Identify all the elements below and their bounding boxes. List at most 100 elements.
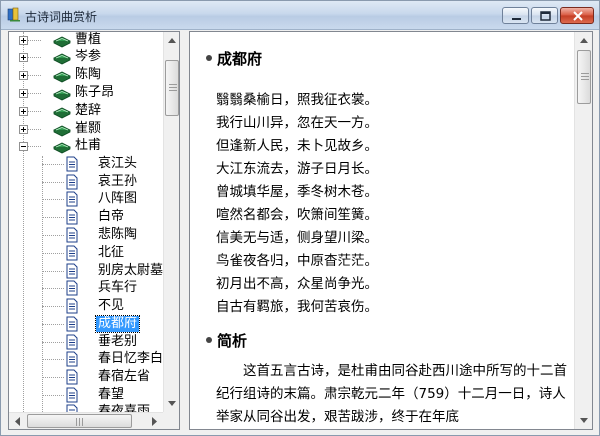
expand-toggle[interactable] <box>19 89 28 98</box>
app-book-icon <box>7 7 20 22</box>
maximize-icon <box>540 11 551 21</box>
tree-item-label: 悲陈陶 <box>98 227 138 242</box>
tree-item-label: 春望 <box>98 387 125 402</box>
green-book-icon <box>53 107 71 119</box>
pane-splitter[interactable] <box>180 31 189 430</box>
poem-line: 信美无与适，侧身望川梁。 <box>216 230 378 246</box>
scroll-left-button[interactable] <box>9 413 26 429</box>
analysis-heading: 简析 <box>206 330 247 351</box>
tree-item-label: 春夜喜雨 <box>98 404 151 412</box>
tree-horizontal-scrollbar[interactable] <box>9 412 163 429</box>
scroll-corner <box>163 412 179 429</box>
poem-line: 大江东流去，游子日月长。 <box>216 161 378 177</box>
expand-toggle[interactable] <box>19 125 28 134</box>
poem-line: 自古有羁旅，我何苦哀伤。 <box>216 299 378 315</box>
poem-title: 成都府 <box>217 50 263 68</box>
content-vertical-scrollbar[interactable] <box>574 32 592 429</box>
document-icon <box>66 351 78 367</box>
tree-item-label: 不见 <box>98 298 125 313</box>
poem-document: 成都府 翳翳桑榆日，照我征衣裳。 我行山川异，忽在天一方。 但逢新人民，未卜见故… <box>190 32 574 429</box>
client-area: 曹植 岑参 陈陶 陈子昂 楚辞 崔颢 杜甫 哀江头 哀王孙 八阵图 白帝 悲陈陶… <box>8 31 593 430</box>
tree-item-label: 哀江头 <box>98 156 138 171</box>
scroll-thumb[interactable] <box>577 50 591 104</box>
expand-toggle[interactable] <box>19 71 28 80</box>
expand-toggle[interactable] <box>19 107 28 116</box>
tree-item-label: 北征 <box>98 245 125 260</box>
scroll-up-button[interactable] <box>164 32 179 49</box>
analysis-text: 这首五言古诗，是杜甫由同谷赴西川途中所写的十二首纪行组诗的末篇。肃宗乾元二年（7… <box>216 363 567 425</box>
tree-item-label: 曹植 <box>75 32 102 47</box>
main-window: 古诗词曲赏析 曹植 岑参 陈陶 陈子昂 楚辞 崔颢 杜甫 哀江头 哀王孙 八阵图… <box>0 0 600 436</box>
scroll-down-button[interactable] <box>575 412 592 429</box>
window-title: 古诗词曲赏析 <box>25 10 98 24</box>
green-book-icon <box>53 125 71 137</box>
arrow-right-icon <box>152 417 157 426</box>
tree-item-label: 哀王孙 <box>98 174 138 189</box>
document-icon <box>66 298 78 314</box>
analysis-title: 简析 <box>217 332 248 350</box>
tree-item-label: 垂老别 <box>98 334 138 349</box>
document-icon <box>66 245 78 261</box>
close-button[interactable] <box>560 7 594 24</box>
document-icon <box>66 280 78 296</box>
poem-line: 但逢新人民，未卜见故乡。 <box>216 138 378 154</box>
arrow-left-icon <box>15 417 20 426</box>
poem-line: 初月出不高，众星尚争光。 <box>216 276 378 292</box>
tree-item-label: 成都府 <box>94 315 141 333</box>
tree-item-label: 春宿左省 <box>98 369 151 384</box>
minimize-button[interactable] <box>502 7 529 24</box>
green-book-icon <box>53 89 71 101</box>
tree-item-label: 兵车行 <box>98 280 138 295</box>
bullet-icon <box>206 337 212 343</box>
document-icon <box>66 404 78 412</box>
content-pane[interactable]: 成都府 翳翳桑榆日，照我征衣裳。 我行山川异，忽在天一方。 但逢新人民，未卜见故… <box>189 31 593 430</box>
tree-item-label: 岑参 <box>75 49 102 64</box>
document-icon <box>66 263 78 279</box>
scroll-down-button[interactable] <box>164 395 179 412</box>
arrow-down-icon <box>580 418 588 423</box>
poem-line: 鸟雀夜各归，中原杳茫茫。 <box>216 253 378 269</box>
minimize-icon <box>512 18 521 20</box>
scroll-thumb[interactable] <box>165 60 179 116</box>
tree-item-label: 楚辞 <box>75 103 102 118</box>
document-icon <box>66 387 78 403</box>
document-icon <box>66 209 78 225</box>
arrow-down-icon <box>168 401 176 406</box>
maximize-button[interactable] <box>531 7 558 24</box>
green-book-icon <box>53 36 71 48</box>
poem-title-heading: 成都府 <box>206 48 262 69</box>
tree-viewport: 曹植 岑参 陈陶 陈子昂 楚辞 崔颢 杜甫 哀江头 哀王孙 八阵图 白帝 悲陈陶… <box>9 32 163 412</box>
document-icon <box>66 369 78 385</box>
poem-line: 翳翳桑榆日，照我征衣裳。 <box>216 92 378 108</box>
document-icon <box>66 316 78 332</box>
expand-toggle[interactable] <box>19 36 28 45</box>
scroll-thumb[interactable] <box>27 414 132 428</box>
green-book-icon <box>53 53 71 65</box>
green-book-icon <box>53 71 71 83</box>
poem-line: 曾城填华屋，季冬树木苍。 <box>216 184 378 200</box>
tree-item-label: 杜甫 <box>75 138 102 153</box>
collapse-toggle[interactable] <box>19 142 28 151</box>
close-icon <box>573 11 583 21</box>
title-bar[interactable]: 古诗词曲赏析 <box>1 1 599 30</box>
tree-item-label: 别房太尉墓 <box>98 263 163 278</box>
tree-item-label: 崔颢 <box>75 121 102 136</box>
poem-line: 喧然名都会，吹箫间笙簧。 <box>216 207 378 223</box>
scroll-up-button[interactable] <box>575 32 592 49</box>
tree-vertical-scrollbar[interactable] <box>163 32 179 412</box>
document-icon <box>66 156 78 172</box>
scroll-right-button[interactable] <box>146 413 163 429</box>
arrow-up-icon <box>168 38 176 43</box>
document-icon <box>66 174 78 190</box>
expand-toggle[interactable] <box>19 53 28 62</box>
green-book-icon <box>53 142 71 154</box>
tree-item-label: 陈陶 <box>75 67 102 82</box>
tree-item-label: 春日忆李白 <box>98 351 163 366</box>
document-icon <box>66 334 78 350</box>
tree-item-label: 陈子昂 <box>75 85 115 100</box>
poem-tree[interactable]: 曹植 岑参 陈陶 陈子昂 楚辞 崔颢 杜甫 哀江头 哀王孙 八阵图 白帝 悲陈陶… <box>8 31 180 430</box>
arrow-up-icon <box>580 38 588 43</box>
tree-item-label: 八阵图 <box>98 191 138 206</box>
tree-item-label: 白帝 <box>98 209 125 224</box>
document-icon <box>66 191 78 207</box>
